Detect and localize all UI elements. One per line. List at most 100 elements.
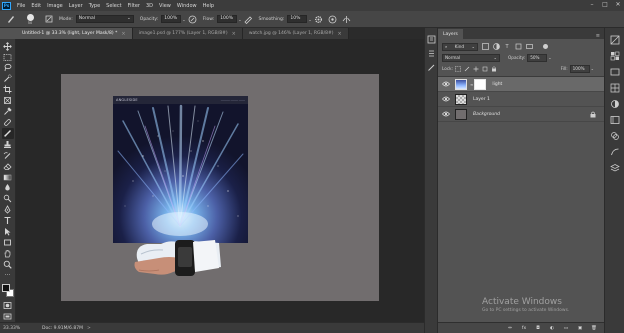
light-burst-image[interactable]: ANGLESIDE ────── ───── ──── xyxy=(113,96,248,243)
blur-tool-icon[interactable] xyxy=(2,183,14,193)
chevron-down-icon[interactable]: ⌄ xyxy=(182,17,185,22)
layers-panel-icon[interactable] xyxy=(609,162,620,173)
brush-panel-icon[interactable] xyxy=(426,62,436,72)
filter-smart-object-icon[interactable] xyxy=(525,43,533,51)
crop-tool-icon[interactable] xyxy=(2,85,14,95)
layer-name[interactable]: Background xyxy=(473,112,500,117)
symmetry-icon[interactable] xyxy=(342,14,352,24)
color-swatches[interactable] xyxy=(1,283,14,297)
layer-row-background[interactable]: Background xyxy=(438,107,604,122)
brush-settings-icon[interactable] xyxy=(44,14,54,24)
status-menu-arrow[interactable]: > xyxy=(87,326,91,331)
lasso-tool-icon[interactable] xyxy=(2,63,14,73)
menu-image[interactable]: Image xyxy=(44,3,66,9)
kind-filter-select[interactable]: ⌕ Kind ⌄ xyxy=(442,42,478,51)
layer-row-layer-1[interactable]: Layer 1 xyxy=(438,92,604,107)
new-group-icon[interactable]: ▭ xyxy=(562,324,570,332)
patterns-panel-icon[interactable] xyxy=(609,82,620,93)
menu-edit[interactable]: Edit xyxy=(28,3,44,9)
menu-view[interactable]: View xyxy=(156,3,174,9)
channels-panel-icon[interactable] xyxy=(609,130,620,141)
add-mask-icon[interactable]: ◘ xyxy=(534,324,542,332)
link-icon[interactable]: ∞ xyxy=(470,82,473,87)
brush-preset-icon[interactable] xyxy=(4,14,18,25)
lock-all-icon[interactable] xyxy=(491,65,498,72)
tab-layers[interactable]: Layers xyxy=(438,29,463,39)
layer-row-light[interactable]: ∞ light xyxy=(438,77,604,92)
tab-watch[interactable]: watch.jpg @ 146% (Layer 1, RGB/8#) × xyxy=(242,28,349,39)
minimize-button[interactable]: – xyxy=(588,1,596,9)
new-layer-icon[interactable]: ▣ xyxy=(576,324,584,332)
history-brush-tool-icon[interactable] xyxy=(2,150,14,160)
dodge-tool-icon[interactable] xyxy=(2,194,14,204)
trash-icon[interactable]: 🗑 xyxy=(590,324,598,332)
layer-thumbnail[interactable] xyxy=(455,78,467,90)
type-tool-icon[interactable] xyxy=(2,216,14,226)
zoom-tool-icon[interactable] xyxy=(2,259,14,269)
canvas-workspace[interactable]: ANGLESIDE ────── ───── ──── xyxy=(16,39,424,322)
tab-image1[interactable]: image1.psd @ 177% (Layer 1, RGB/8#) × xyxy=(132,28,243,39)
chevron-down-icon[interactable]: ⌄ xyxy=(308,17,311,22)
chevron-down-icon[interactable]: ⌄ xyxy=(238,17,241,22)
paths-panel-icon[interactable] xyxy=(609,146,620,157)
maximize-button[interactable]: □ xyxy=(601,1,609,9)
lock-pixels-icon[interactable] xyxy=(464,65,471,72)
gradient-tool-icon[interactable] xyxy=(2,172,14,182)
close-icon[interactable]: × xyxy=(338,31,342,37)
brush-size-picker[interactable]: 50 xyxy=(22,13,38,25)
panel-menu-icon[interactable]: ≡ xyxy=(596,33,600,39)
clone-stamp-tool-icon[interactable] xyxy=(2,139,14,149)
menu-select[interactable]: Select xyxy=(103,3,124,9)
eye-icon[interactable] xyxy=(442,110,450,118)
filter-toggle-icon[interactable] xyxy=(541,43,549,51)
layer-thumbnail[interactable] xyxy=(455,93,467,105)
gear-icon[interactable] xyxy=(314,14,324,24)
opacity-field[interactable]: 100% xyxy=(161,15,182,23)
more-tools-icon[interactable]: ··· xyxy=(2,270,14,280)
pen-tool-icon[interactable] xyxy=(2,205,14,215)
pressure-size-icon[interactable] xyxy=(328,14,338,24)
layer-name[interactable]: light xyxy=(492,82,502,87)
zoom-level[interactable]: 33.33% xyxy=(0,326,38,331)
layer-opacity-field[interactable]: 50% xyxy=(527,53,548,62)
lock-artboard-icon[interactable] xyxy=(482,65,489,72)
flow-field[interactable]: 100% xyxy=(217,15,238,23)
hand-with-watch-image[interactable] xyxy=(131,234,226,279)
eye-icon[interactable] xyxy=(442,95,450,103)
path-selection-tool-icon[interactable] xyxy=(2,226,14,236)
screen-mode-icon[interactable] xyxy=(2,311,14,321)
gradients-panel-icon[interactable] xyxy=(609,66,620,77)
eyedropper-tool-icon[interactable] xyxy=(2,106,14,116)
filter-adjustment-icon[interactable] xyxy=(492,43,500,51)
close-icon[interactable]: × xyxy=(232,31,236,37)
link-layers-icon[interactable]: ⇔ xyxy=(506,324,514,332)
brush-tool-icon[interactable] xyxy=(1,128,14,139)
lock-position-icon[interactable] xyxy=(473,65,480,72)
adjustments-panel-icon[interactable] xyxy=(609,98,620,109)
rectangle-tool-icon[interactable] xyxy=(2,237,14,247)
menu-layer[interactable]: Layer xyxy=(66,3,86,9)
close-icon[interactable]: × xyxy=(121,31,125,37)
properties-panel-icon[interactable] xyxy=(426,48,436,58)
menu-file[interactable]: File xyxy=(14,3,28,9)
healing-brush-tool-icon[interactable] xyxy=(2,117,14,127)
fill-field[interactable]: 100% xyxy=(569,64,590,73)
blend-mode-select[interactable]: Normal ⌄ xyxy=(442,53,500,62)
layer-thumbnail[interactable] xyxy=(455,108,467,120)
layer-style-icon[interactable]: fx xyxy=(520,324,528,332)
filter-type-icon[interactable]: T xyxy=(503,43,511,51)
tab-untitled-1[interactable]: Untitled-1 @ 33.3% (light, Layer Mask/8)… xyxy=(16,28,133,39)
pressure-opacity-icon[interactable] xyxy=(188,14,198,24)
menu-filter[interactable]: Filter xyxy=(125,3,143,9)
adjustment-layer-icon[interactable]: ◐ xyxy=(548,324,556,332)
filter-shape-icon[interactable] xyxy=(514,43,522,51)
menu-type[interactable]: Type xyxy=(86,3,103,9)
quick-select-tool-icon[interactable] xyxy=(2,74,14,84)
libraries-panel-icon[interactable] xyxy=(609,114,620,125)
smoothing-field[interactable]: 10% xyxy=(287,15,308,23)
eye-icon[interactable] xyxy=(442,80,450,88)
menu-3d[interactable]: 3D xyxy=(143,3,156,9)
menu-help[interactable]: Help xyxy=(200,3,217,9)
move-tool-icon[interactable] xyxy=(2,41,14,51)
quick-mask-icon[interactable] xyxy=(2,300,14,310)
